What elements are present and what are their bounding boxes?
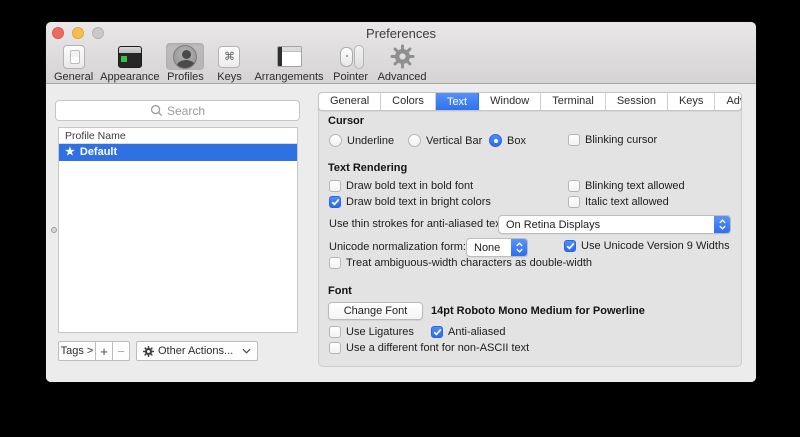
radio-vertical-bar[interactable]: Vertical Bar <box>408 134 482 147</box>
change-font-button[interactable]: Change Font <box>328 302 423 320</box>
gear-icon <box>383 43 422 70</box>
font-heading: Font <box>328 285 352 297</box>
toolbar-item-pointer[interactable]: Pointer <box>329 43 373 84</box>
tab-general[interactable]: General <box>319 93 381 110</box>
toolbar-item-advanced[interactable]: Advanced <box>376 43 429 84</box>
toolbar-item-appearance[interactable]: Appearance <box>98 43 161 84</box>
thin-strokes-label: Use thin strokes for anti-aliased text <box>329 218 504 230</box>
search-input[interactable]: Search <box>55 100 300 121</box>
profile-row-default[interactable]: ★ Default <box>59 144 297 161</box>
cursor-heading: Cursor <box>328 115 364 127</box>
checkbox-icon <box>329 257 341 269</box>
checkbox-icon <box>329 326 341 338</box>
keys-icon: ⌘ <box>211 43 247 70</box>
star-icon: ★ <box>65 144 75 161</box>
checkbox-icon <box>568 196 580 208</box>
checkbox-ligatures[interactable]: Use Ligatures <box>329 326 414 338</box>
window-title: Preferences <box>46 26 756 41</box>
toolbar-item-profiles[interactable]: Profiles <box>164 43 206 84</box>
radio-underline[interactable]: Underline <box>329 134 394 147</box>
preferences-window: Preferences General Appearance Profiles <box>46 22 756 382</box>
checkbox-icon <box>431 326 443 338</box>
other-actions-dropdown[interactable]: Other Actions... <box>136 341 258 361</box>
tags-button[interactable]: Tags > <box>58 341 96 361</box>
toolbar-item-arrangements[interactable]: Arrangements <box>252 43 325 84</box>
profile-list-header: Profile Name <box>59 128 297 144</box>
checkbox-antialiased[interactable]: Anti-aliased <box>431 326 505 338</box>
current-font-label: 14pt Roboto Mono Medium for Powerline <box>431 305 645 317</box>
stepper-icon <box>511 239 527 256</box>
profile-list: Profile Name ★ Default <box>58 127 298 333</box>
checkbox-icon <box>568 134 580 146</box>
tab-terminal[interactable]: Terminal <box>541 93 606 110</box>
normalization-select[interactable]: None <box>466 238 528 257</box>
text-rendering-heading: Text Rendering <box>328 162 407 174</box>
tab-content-panel: Cursor Underline Vertical Bar Box <box>318 101 742 367</box>
window-header: Preferences General Appearance Profiles <box>46 22 756 84</box>
desktop-background: Preferences General Appearance Profiles <box>0 0 800 437</box>
remove-profile-button[interactable]: − <box>112 341 130 361</box>
toolbar-item-keys[interactable]: ⌘ Keys <box>209 43 249 84</box>
tab-session[interactable]: Session <box>606 93 668 110</box>
checkbox-icon <box>329 196 341 208</box>
normalization-label: Unicode normalization form: <box>329 241 466 253</box>
checkbox-blinking-cursor[interactable]: Blinking cursor <box>568 134 657 146</box>
stepper-icon <box>714 216 730 233</box>
checkbox-icon <box>564 240 576 252</box>
splitter-dimple[interactable] <box>51 227 57 233</box>
profile-actions: Tags > + − <box>58 341 258 361</box>
tab-strip: General Colors Text Window Terminal Sess… <box>318 92 742 111</box>
radio-icon <box>408 134 421 147</box>
checkbox-icon <box>329 180 341 192</box>
profiles-icon <box>166 43 204 70</box>
search-placeholder: Search <box>167 104 205 118</box>
window-body: Search Profile Name ★ Default Tags > + − <box>46 84 756 382</box>
general-icon <box>56 43 92 70</box>
checkbox-bold-font[interactable]: Draw bold text in bold font <box>329 180 473 192</box>
tab-colors[interactable]: Colors <box>381 93 436 110</box>
chevron-down-icon <box>242 348 251 354</box>
pointer-icon <box>331 43 371 70</box>
checkbox-unicode9[interactable]: Use Unicode Version 9 Widths <box>564 240 730 252</box>
checkbox-non-ascii-font[interactable]: Use a different font for non-ASCII text <box>329 342 529 354</box>
tab-advanced[interactable]: Advanced <box>715 93 742 110</box>
checkbox-icon <box>329 342 341 354</box>
toolbar-item-general[interactable]: General <box>52 43 95 84</box>
checkbox-bright-colors[interactable]: Draw bold text in bright colors <box>329 196 491 208</box>
gear-icon <box>143 346 154 357</box>
checkbox-icon <box>568 180 580 192</box>
search-icon <box>150 104 163 117</box>
arrangements-icon <box>270 43 309 70</box>
checkbox-blinking-text[interactable]: Blinking text allowed <box>568 180 685 192</box>
tab-text[interactable]: Text <box>436 92 479 111</box>
checkbox-italic-text[interactable]: Italic text allowed <box>568 196 669 208</box>
radio-box[interactable]: Box <box>489 134 526 147</box>
checkbox-ambiguous-width[interactable]: Treat ambiguous-width characters as doub… <box>329 257 592 269</box>
radio-icon <box>329 134 342 147</box>
toolbar: General Appearance Profiles ⌘ Keys <box>52 43 429 84</box>
tab-window[interactable]: Window <box>479 93 541 110</box>
tab-keys[interactable]: Keys <box>668 93 715 110</box>
appearance-icon <box>111 43 149 70</box>
radio-icon <box>489 134 502 147</box>
other-actions-label: Other Actions... <box>158 345 233 357</box>
add-profile-button[interactable]: + <box>95 341 113 361</box>
thin-strokes-select[interactable]: On Retina Displays <box>498 215 731 234</box>
profile-name: Default <box>80 144 117 161</box>
